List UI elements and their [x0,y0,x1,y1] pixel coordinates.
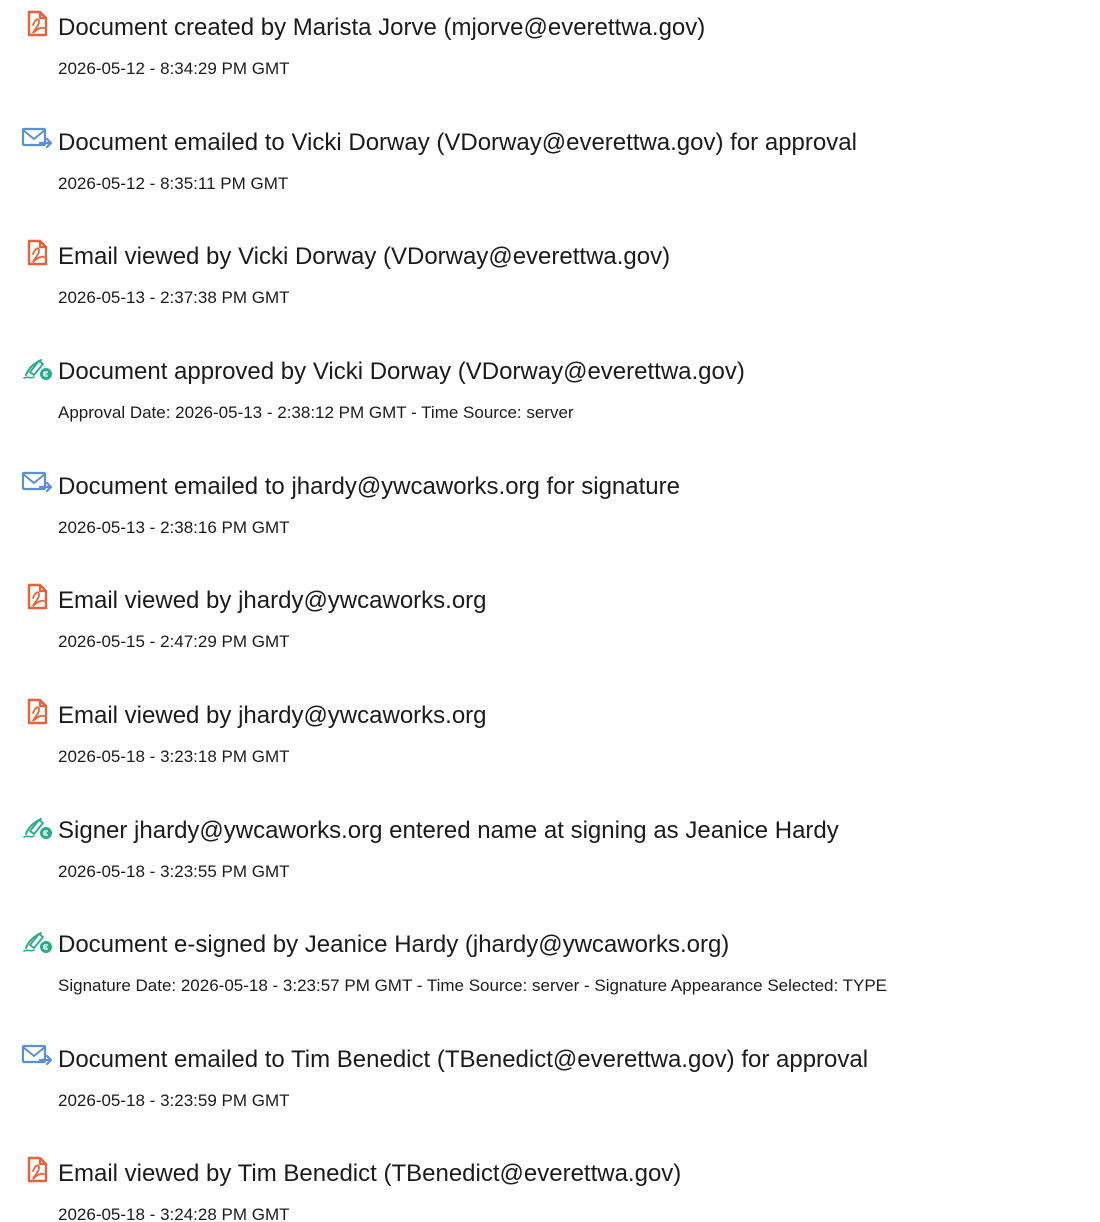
event-timestamp: 2026-05-18 - 3:23:18 PM GMT [58,747,290,766]
signature-pen-icon [20,925,54,955]
event-timestamp: Signature Date: 2026-05-18 - 3:23:57 PM … [58,976,888,995]
audit-entry: Email viewed by Tim Benedict (TBenedict@… [0,1146,1100,1222]
event-title: Document e-signed by Jeanice Hardy (jhar… [58,931,730,958]
event-timestamp: 2026-05-18 - 3:24:28 PM GMT [58,1205,290,1222]
event-timestamp: 2026-05-12 - 8:35:11 PM GMT [58,174,289,193]
event-timestamp: Approval Date: 2026-05-13 - 2:38:12 PM G… [58,403,574,422]
audit-entry: Email viewed by jhardy@ywcaworks.org 202… [0,573,1100,673]
event-timestamp: 2026-05-13 - 2:37:38 PM GMT [58,288,290,307]
audit-entry: Document emailed to Tim Benedict (TBened… [0,1032,1100,1132]
event-title: Email viewed by jhardy@ywcaworks.org [58,702,487,729]
document-icon [20,696,54,726]
event-title: Document emailed to Tim Benedict (TBened… [58,1046,869,1073]
audit-entry: Document created by Marista Jorve (mjorv… [0,0,1100,100]
signature-pen-icon [20,811,54,841]
audit-entry: Email viewed by Vicki Dorway (VDorway@ev… [0,229,1100,329]
document-icon [20,8,54,38]
event-title: Document approved by Vicki Dorway (VDorw… [58,358,745,385]
email-sent-icon [20,123,54,153]
event-title: Signer jhardy@ywcaworks.org entered name… [58,817,839,844]
email-sent-icon [20,1040,54,1070]
event-timestamp: 2026-05-18 - 3:23:55 PM GMT [58,862,290,881]
document-icon [20,1154,54,1184]
audit-entry: Email viewed by jhardy@ywcaworks.org 202… [0,688,1100,788]
audit-log: Document created by Marista Jorve (mjorv… [0,0,1100,1222]
document-icon [20,237,54,267]
event-title: Email viewed by Tim Benedict (TBenedict@… [58,1160,682,1187]
event-title: Document emailed to Vicki Dorway (VDorwa… [58,129,857,156]
signature-pen-icon [20,352,54,382]
event-title: Email viewed by Vicki Dorway (VDorway@ev… [58,243,671,270]
event-title: Email viewed by jhardy@ywcaworks.org [58,587,487,614]
event-timestamp: 2026-05-18 - 3:23:59 PM GMT [58,1091,290,1110]
email-sent-icon [20,467,54,497]
event-timestamp: 2026-05-12 - 8:34:29 PM GMT [58,59,290,78]
audit-entry: Document approved by Vicki Dorway (VDorw… [0,344,1100,444]
event-timestamp: 2026-05-15 - 2:47:29 PM GMT [58,632,290,651]
audit-entry: Document emailed to jhardy@ywcaworks.org… [0,459,1100,559]
audit-entry: Signer jhardy@ywcaworks.org entered name… [0,803,1100,903]
event-title: Document emailed to jhardy@ywcaworks.org… [58,473,680,500]
audit-entry: Document emailed to Vicki Dorway (VDorwa… [0,115,1100,215]
document-icon [20,581,54,611]
event-title: Document created by Marista Jorve (mjorv… [58,14,706,41]
audit-entry: Document e-signed by Jeanice Hardy (jhar… [0,917,1100,1017]
event-timestamp: 2026-05-13 - 2:38:16 PM GMT [58,518,290,537]
